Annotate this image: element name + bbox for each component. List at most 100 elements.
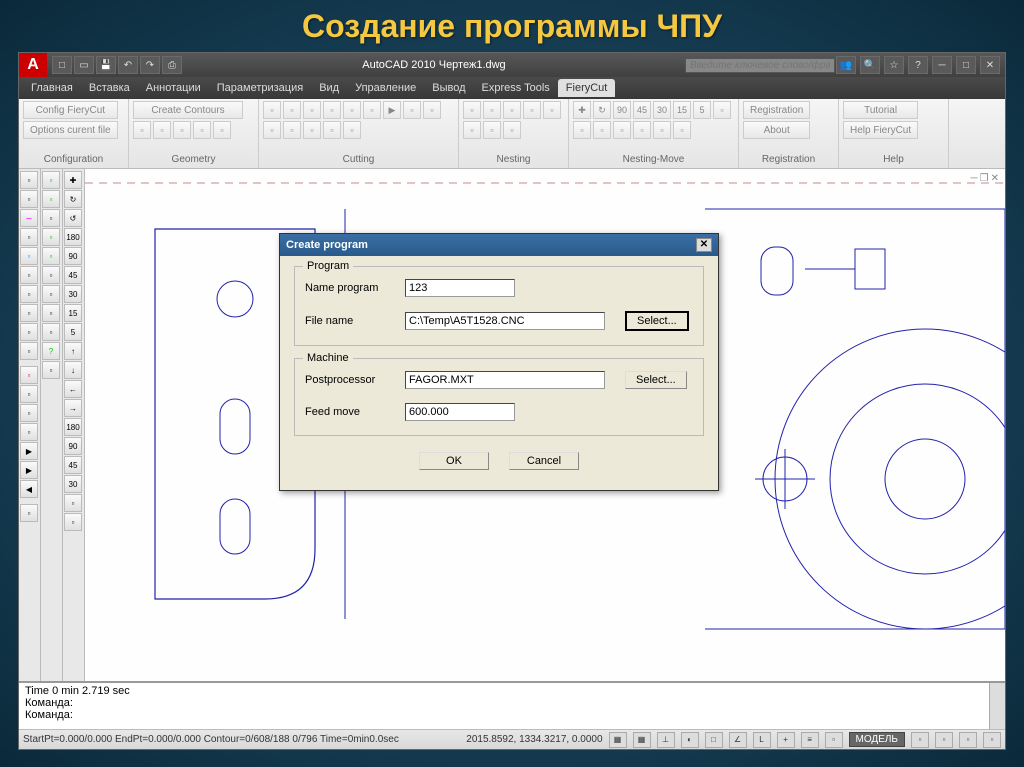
nmove-icon-3[interactable]: 90	[613, 101, 631, 119]
nesting-icon-4[interactable]: ▫	[523, 101, 541, 119]
tc2-b4[interactable]: ▫	[42, 228, 60, 246]
cancel-button[interactable]: Cancel	[509, 452, 579, 470]
nmove-icon-10[interactable]: ▫	[593, 121, 611, 139]
tc3-b8[interactable]: 15	[64, 304, 82, 322]
tc3-b16[interactable]: 45	[64, 456, 82, 474]
geometry-icon-4[interactable]: ▫	[193, 121, 211, 139]
tc1-b18[interactable]: ▫	[20, 504, 38, 522]
cutting-icon-7[interactable]: ▶	[383, 101, 401, 119]
tc3-b11[interactable]: ↓	[64, 361, 82, 379]
new-icon[interactable]: □	[52, 56, 72, 74]
nesting-icon-7[interactable]: ▫	[483, 121, 501, 139]
cutting-icon-5[interactable]: ▫	[343, 101, 361, 119]
cutting-icon-4[interactable]: ▫	[323, 101, 341, 119]
save-icon[interactable]: 💾	[96, 56, 116, 74]
lwt-icon[interactable]: ≡	[801, 732, 819, 748]
dialog-close-icon[interactable]: ✕	[696, 238, 712, 252]
tc3-b6[interactable]: 45	[64, 266, 82, 284]
tc2-b7[interactable]: ▫	[42, 285, 60, 303]
tc3-b10[interactable]: ↑	[64, 342, 82, 360]
tc3-b5[interactable]: 90	[64, 247, 82, 265]
tc2-b5[interactable]: ▫	[42, 247, 60, 265]
cmd-scrollbar[interactable]	[989, 683, 1005, 729]
cutting-icon-6[interactable]: ▫	[363, 101, 381, 119]
options-current-file-button[interactable]: Options curent file	[23, 121, 118, 139]
tc2-b6[interactable]: ▫	[42, 266, 60, 284]
postprocessor-select-button[interactable]: Select...	[625, 371, 687, 389]
tc1-b14[interactable]: ▫	[20, 423, 38, 441]
qp-icon[interactable]: ▫	[825, 732, 843, 748]
dialog-titlebar[interactable]: Create program ✕	[280, 234, 718, 256]
tab-parametric[interactable]: Параметризация	[209, 79, 311, 97]
feed-move-input[interactable]	[405, 403, 515, 421]
command-line[interactable]: Time 0 min 2.719 sec Команда: Команда:	[19, 681, 1005, 729]
close-icon[interactable]: ✕	[980, 56, 1000, 74]
tc3-b12[interactable]: ←	[64, 380, 82, 398]
tc1-b1[interactable]: ▫	[20, 171, 38, 189]
name-program-input[interactable]	[405, 279, 515, 297]
cutting-icon-8[interactable]: ▫	[403, 101, 421, 119]
sb-b1[interactable]: ▫	[911, 732, 929, 748]
nesting-icon-6[interactable]: ▫	[463, 121, 481, 139]
nmove-icon-13[interactable]: ▫	[653, 121, 671, 139]
tab-view[interactable]: Вид	[311, 79, 347, 97]
app-logo-icon[interactable]: A	[19, 53, 47, 77]
tc3-b7[interactable]: 30	[64, 285, 82, 303]
tc3-b15[interactable]: 90	[64, 437, 82, 455]
geometry-icon-1[interactable]: ▫	[133, 121, 151, 139]
registration-button[interactable]: Registration	[743, 101, 810, 119]
cutting-icon-12[interactable]: ▫	[303, 121, 321, 139]
nesting-icon-2[interactable]: ▫	[483, 101, 501, 119]
tc1-b8[interactable]: ▫	[20, 304, 38, 322]
help-fierycut-button[interactable]: Help FieryCut	[843, 121, 918, 139]
tab-manage[interactable]: Управление	[347, 79, 424, 97]
infocenter-icon[interactable]: 👥	[836, 56, 856, 74]
tc3-b9[interactable]: 5	[64, 323, 82, 341]
tc2-b11[interactable]: ▫	[42, 361, 60, 379]
tc2-b8[interactable]: ▫	[42, 304, 60, 322]
ok-button[interactable]: OK	[419, 452, 489, 470]
nmove-icon-11[interactable]: ▫	[613, 121, 631, 139]
tc3-b17[interactable]: 30	[64, 475, 82, 493]
tc1-b10[interactable]: ▫	[20, 342, 38, 360]
model-space-button[interactable]: МОДЕЛЬ	[849, 732, 905, 747]
maximize-icon[interactable]: □	[956, 56, 976, 74]
nmove-icon-2[interactable]: ↻	[593, 101, 611, 119]
tc3-b2[interactable]: ↻	[64, 190, 82, 208]
nmove-icon-8[interactable]: ▫	[713, 101, 731, 119]
nmove-icon-9[interactable]: ▫	[573, 121, 591, 139]
nesting-icon-5[interactable]: ▫	[543, 101, 561, 119]
nesting-icon-3[interactable]: ▫	[503, 101, 521, 119]
dyn-icon[interactable]: +	[777, 732, 795, 748]
tc1-b12[interactable]: ▫	[20, 385, 38, 403]
create-contours-button[interactable]: Create Contours	[133, 101, 243, 119]
nesting-icon-8[interactable]: ▫	[503, 121, 521, 139]
tc1-b2[interactable]: ▫	[20, 190, 38, 208]
tc3-b14[interactable]: 180	[64, 418, 82, 436]
tc1-b9[interactable]: ▫	[20, 323, 38, 341]
redo-icon[interactable]: ↷	[140, 56, 160, 74]
tc3-b19[interactable]: ▫	[64, 513, 82, 531]
ortho-icon[interactable]: ⊥	[657, 732, 675, 748]
tab-fierycut[interactable]: FieryCut	[558, 79, 616, 97]
cutting-icon-14[interactable]: ▫	[343, 121, 361, 139]
tc3-b3[interactable]: ↺	[64, 209, 82, 227]
sb-b3[interactable]: ▫	[959, 732, 977, 748]
cutting-icon-10[interactable]: ▫	[263, 121, 281, 139]
help-icon[interactable]: ?	[908, 56, 928, 74]
tc2-b1[interactable]: ▫	[42, 171, 60, 189]
minimize-icon[interactable]: ─	[932, 56, 952, 74]
geometry-icon-3[interactable]: ▫	[173, 121, 191, 139]
polar-icon[interactable]: ◐	[681, 732, 699, 748]
cutting-icon-2[interactable]: ▫	[283, 101, 301, 119]
tc2-b3[interactable]: ▫	[42, 209, 60, 227]
tc1-b11[interactable]: ▫	[20, 366, 38, 384]
osnap-icon[interactable]: □	[705, 732, 723, 748]
tc2-b9[interactable]: ▫	[42, 323, 60, 341]
geometry-icon-2[interactable]: ▫	[153, 121, 171, 139]
config-fierycut-button[interactable]: Config FieryCut	[23, 101, 118, 119]
postprocessor-input[interactable]	[405, 371, 605, 389]
cutting-icon-1[interactable]: ▫	[263, 101, 281, 119]
comm-icon[interactable]: ☆	[884, 56, 904, 74]
tab-insert[interactable]: Вставка	[81, 79, 138, 97]
